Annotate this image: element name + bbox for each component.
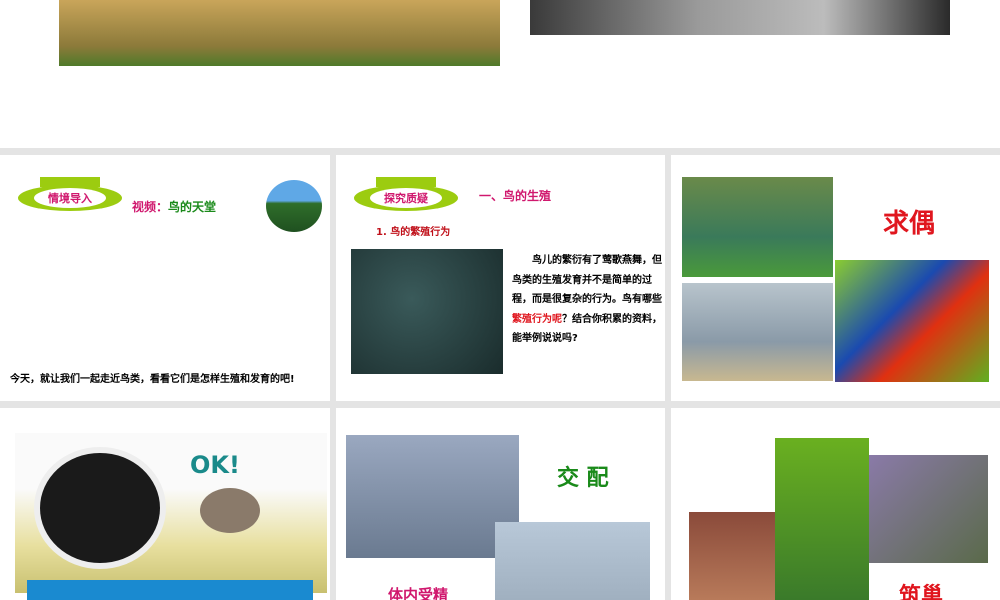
- nest-image-2: [775, 438, 869, 600]
- slide-title: 视频：鸟的天堂: [132, 200, 217, 214]
- slide-thumbnail-6[interactable]: 交 配 体内受精: [336, 408, 665, 600]
- kingfisher-image: [346, 435, 519, 558]
- slide-heading: 一、鸟的生殖: [479, 189, 552, 203]
- slide-label: 求偶: [883, 209, 936, 239]
- male-ostrich: [40, 453, 160, 563]
- slide-paragraph: 鸟儿的繁衍有了莺歌燕舞，但鸟类的生殖发育并不是简单的过程，而是很复杂的行为。鸟有…: [512, 255, 662, 344]
- microscope-image: [351, 249, 503, 374]
- slide-thumbnail-5[interactable]: OK!: [0, 408, 330, 600]
- tree-image: [266, 180, 322, 232]
- parrots-image: [835, 260, 989, 382]
- nesting-label: 筑巢: [899, 584, 944, 600]
- cranes-image: [682, 283, 833, 381]
- female-ostrich: [200, 488, 260, 533]
- slide-thumbnail-4[interactable]: 求偶: [671, 155, 1000, 401]
- fertilization-label: 体内受精: [388, 586, 449, 600]
- slide-thumbnail-3[interactable]: 探究质疑 一、鸟的生殖 1. 鸟的繁殖行为 鸟儿的繁衍有了莺歌燕舞，但鸟类的生殖…: [336, 155, 665, 401]
- slide-caption: 今天，就让我们一起走近鸟类，看看它们是怎样生殖和发育的吧!: [10, 374, 295, 385]
- slide-thumbnail-7[interactable]: 筑巢: [671, 408, 1000, 600]
- chicks-image: [59, 0, 500, 66]
- slide-thumbnail-2[interactable]: 情境导入 视频：鸟的天堂 今天，就让我们一起走近鸟类，看看它们是怎样生殖和发育的…: [0, 155, 330, 401]
- caption-bar: [27, 580, 313, 600]
- slide-subheading: 1. 鸟的繁殖行为: [376, 227, 451, 238]
- section-badge: 情境导入: [18, 177, 122, 211]
- weaver-bird-image: [869, 455, 988, 563]
- section-badge: 探究质疑: [354, 177, 458, 211]
- doves-image: [495, 522, 650, 600]
- peacock-image: [682, 177, 833, 277]
- rock-bird-image: [530, 0, 950, 35]
- mating-label: 交 配: [557, 466, 609, 491]
- ok-label: OK!: [190, 451, 240, 479]
- slide-thumbnail-1[interactable]: [0, 0, 1000, 148]
